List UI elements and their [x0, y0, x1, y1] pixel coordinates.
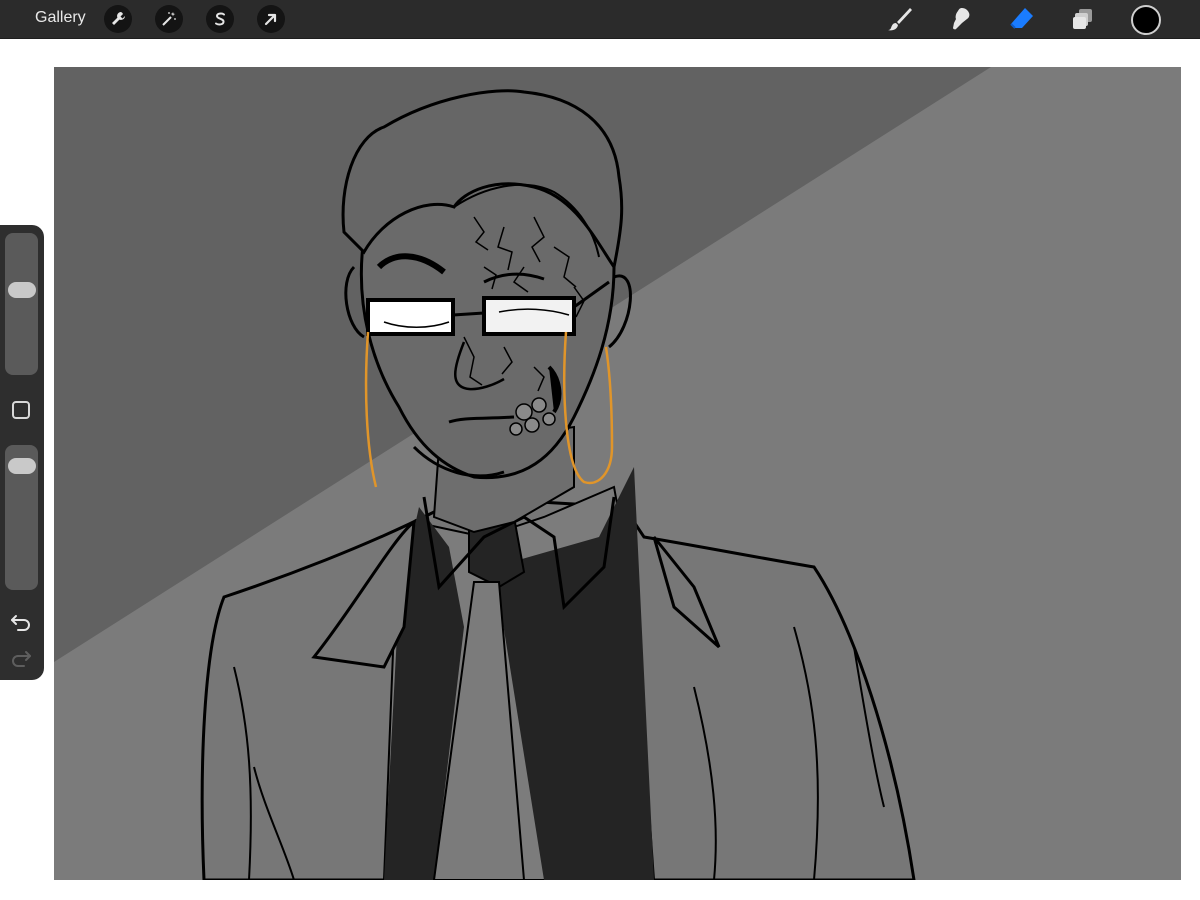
opacity-thumb[interactable] [8, 457, 36, 474]
smudge-tool-button[interactable] [946, 4, 976, 34]
layers-icon [1073, 9, 1092, 29]
brush-size-thumb[interactable] [8, 281, 36, 298]
smudge-icon [953, 8, 970, 30]
glasses-lens-left [366, 298, 455, 336]
selection-s-icon [215, 12, 225, 26]
redo-icon[interactable] [10, 649, 32, 667]
arrow-cursor-icon [264, 13, 277, 26]
magic-wand-icon [162, 12, 176, 26]
eraser-icon [1010, 8, 1033, 29]
square-icon[interactable] [12, 401, 30, 419]
glasses-lens-right [482, 296, 576, 336]
side-toolbar [0, 225, 44, 680]
transform-button[interactable] [257, 5, 285, 33]
opacity-slider[interactable] [5, 445, 38, 590]
selection-button[interactable] [206, 5, 234, 33]
top-toolbar: Gallery [0, 0, 1200, 39]
eraser-tool-button[interactable] [1007, 4, 1037, 34]
drawing-canvas[interactable] [54, 67, 1181, 880]
adjustments-button[interactable] [155, 5, 183, 33]
glasses-bridge [452, 311, 485, 317]
actions-button[interactable] [104, 5, 132, 33]
color-picker-button[interactable] [1131, 5, 1161, 35]
brush-icon [888, 8, 912, 31]
brush-size-slider[interactable] [5, 233, 38, 375]
brush-tool-button[interactable] [885, 4, 915, 34]
artwork [54, 67, 1181, 880]
layers-button[interactable] [1068, 4, 1098, 34]
gallery-button[interactable]: Gallery [35, 9, 86, 27]
wrench-icon [112, 12, 125, 25]
undo-icon[interactable] [10, 613, 32, 631]
